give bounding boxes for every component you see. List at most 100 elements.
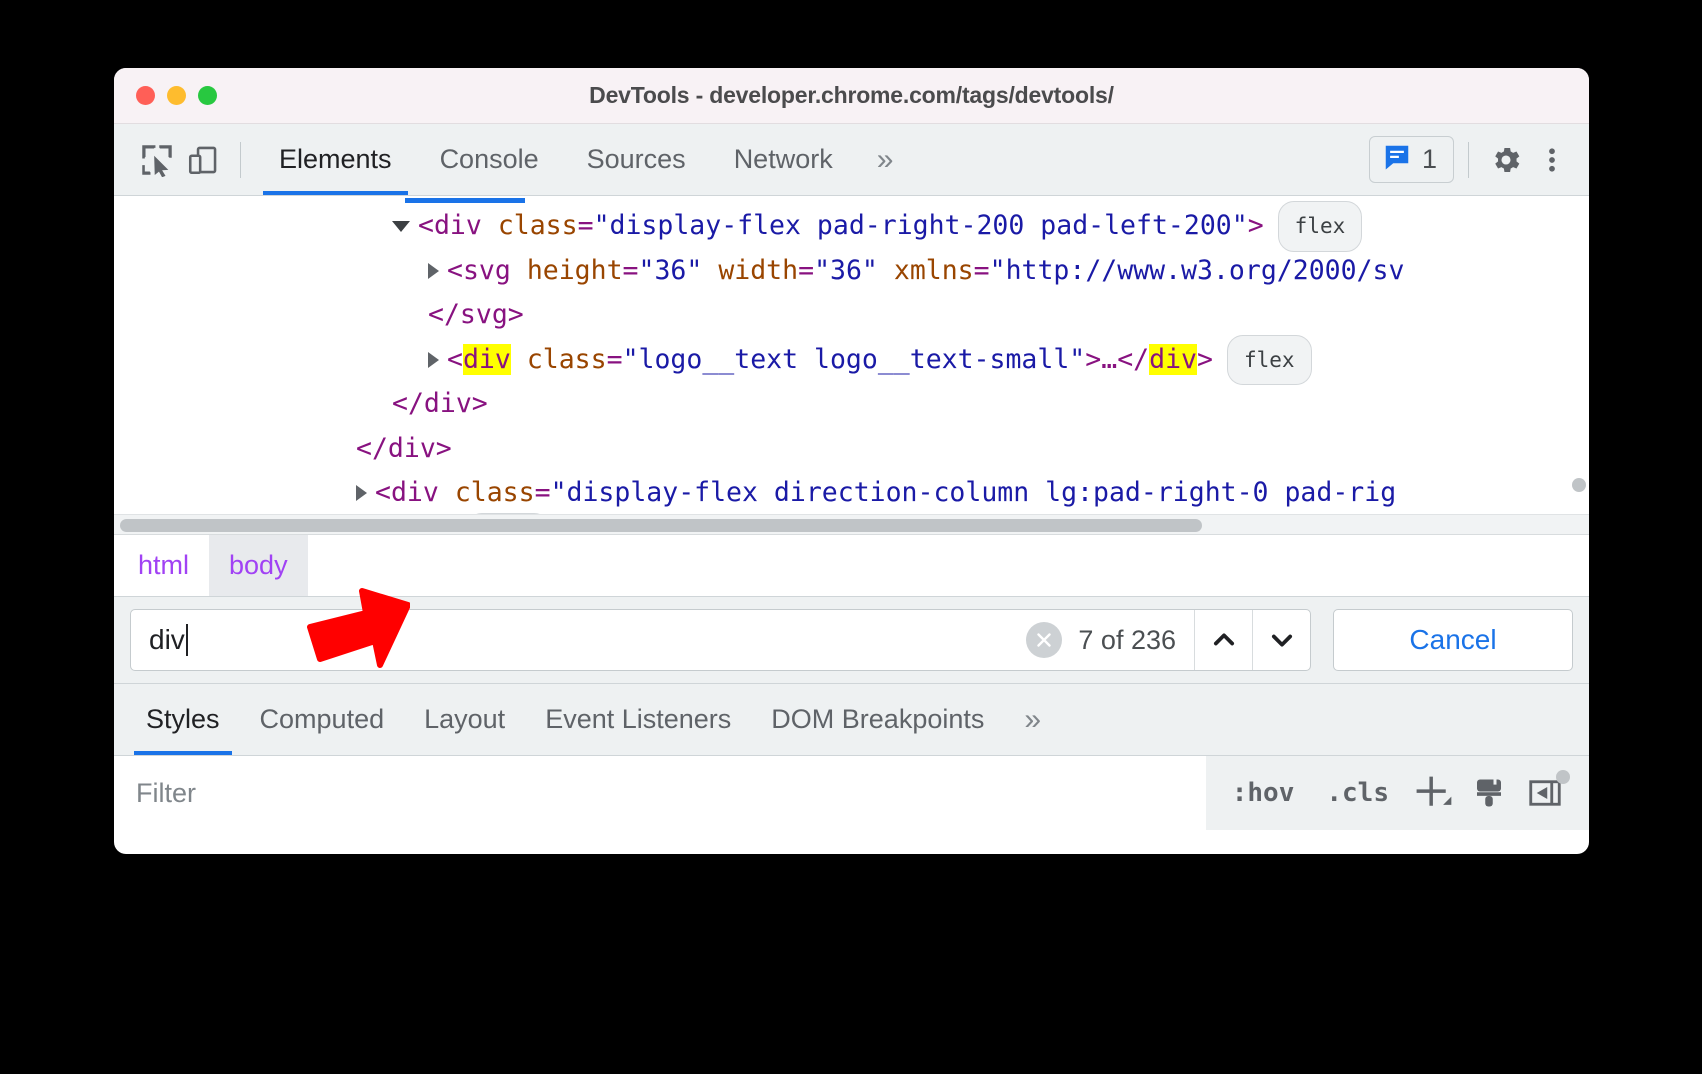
tab-elements-label: Elements <box>279 144 392 175</box>
dom-tree-vertical-scrollbar[interactable] <box>1572 478 1586 492</box>
markup-punct: = <box>974 255 990 286</box>
dom-search-bar: div 7 of 236 <box>114 596 1589 684</box>
toggle-element-state-button[interactable]: :hov <box>1216 756 1311 830</box>
markup-punct: > <box>1085 344 1101 375</box>
tab-dom-breakpoints[interactable]: DOM Breakpoints <box>751 684 1004 755</box>
search-controls: 7 of 236 <box>1026 610 1310 670</box>
twisty-collapsed-icon[interactable] <box>356 485 367 501</box>
dom-tree-hscroll-thumb[interactable] <box>120 519 1202 532</box>
markup-tag: div <box>424 388 472 419</box>
markup-attr: class <box>498 210 578 241</box>
markup-punct: < <box>375 477 391 508</box>
dom-tree-node[interactable]: <div class="logo__text logo__text-small"… <box>114 338 1589 383</box>
markup-punct: </ <box>356 433 388 464</box>
inspect-cursor-icon[interactable] <box>134 137 180 183</box>
flex-badge[interactable]: flex <box>1227 335 1312 386</box>
tab-network[interactable]: Network <box>710 124 857 195</box>
tab-elements[interactable]: Elements <box>255 124 416 195</box>
tab-styles[interactable]: Styles <box>126 684 240 755</box>
dom-node-markup: </div> <box>392 382 488 427</box>
toggle-class-editor-button[interactable]: .cls <box>1310 756 1405 830</box>
markup-tag: svg <box>463 255 511 286</box>
dom-tree-panel: <div class="display-flex pad-right-200 p… <box>114 196 1589 534</box>
cancel-search-button[interactable]: Cancel <box>1333 609 1573 671</box>
more-sidebar-tabs-chevron-icon[interactable]: » <box>1004 684 1061 755</box>
dom-node-markup: <svg height="36" width="36" xmlns="http:… <box>447 249 1404 294</box>
markup-punct: > <box>472 388 488 419</box>
markup-attr: width <box>718 255 798 286</box>
clear-search-icon[interactable] <box>1026 622 1062 658</box>
window-titlebar: DevTools - developer.chrome.com/tags/dev… <box>114 68 1589 124</box>
device-toolbar-icon[interactable] <box>180 137 226 183</box>
markup-punct: = <box>607 344 623 375</box>
search-next-button[interactable] <box>1252 610 1310 670</box>
markup-punct: > <box>1197 344 1213 375</box>
markup-punct: < <box>447 255 463 286</box>
search-prev-button[interactable] <box>1194 610 1252 670</box>
toolbar-divider <box>240 142 241 178</box>
breadcrumb-item-body[interactable]: body <box>209 535 308 596</box>
styles-filter-input[interactable]: Filter <box>114 756 1206 830</box>
markup-attr: class <box>527 344 607 375</box>
search-input[interactable]: div <box>149 624 185 656</box>
window-title: DevTools - developer.chrome.com/tags/dev… <box>114 82 1589 109</box>
dom-node-markup: <div class="display-flex direction-colum… <box>375 471 1396 516</box>
search-match-highlight: div <box>463 344 511 375</box>
tab-styles-label: Styles <box>146 704 220 735</box>
tab-dom-breakpoints-label: DOM Breakpoints <box>771 704 984 735</box>
markup-punct: = <box>798 255 814 286</box>
devtools-main-toolbar: Elements Console Sources Network » <box>114 124 1589 196</box>
dom-node-markup: <div class="display-flex pad-right-200 p… <box>418 204 1264 249</box>
tab-console-label: Console <box>440 144 539 175</box>
dom-tree-node[interactable]: <div class="display-flex pad-right-200 p… <box>114 204 1589 249</box>
markup-val: "display-flex pad-right-200 pad-left-200… <box>594 210 1248 241</box>
tab-event-listeners-label: Event Listeners <box>545 704 731 735</box>
markup-tag: div <box>388 433 436 464</box>
dom-tree-node[interactable]: </div> <box>114 382 1589 427</box>
tab-computed[interactable]: Computed <box>240 684 405 755</box>
markup-val: "display-flex direction-column lg:pad-ri… <box>551 477 1397 508</box>
tab-console[interactable]: Console <box>416 124 563 195</box>
twisty-expanded-icon[interactable] <box>392 221 410 232</box>
markup-attr: height <box>527 255 623 286</box>
breadcrumb-item-html[interactable]: html <box>114 535 209 596</box>
dom-tree-node[interactable]: </svg> <box>114 293 1589 338</box>
more-tabs-chevron-icon[interactable]: » <box>857 124 914 195</box>
close-window-button[interactable] <box>136 86 155 105</box>
tab-layout-label: Layout <box>424 704 505 735</box>
markup-tag: div <box>434 210 482 241</box>
tab-network-label: Network <box>734 144 833 175</box>
dom-tree-horizontal-scrollbar[interactable] <box>114 514 1589 534</box>
markup-punct: > <box>508 299 524 330</box>
cancel-search-label: Cancel <box>1409 624 1496 656</box>
markup-punct: = <box>535 477 551 508</box>
dom-tree-node[interactable]: </div> <box>114 427 1589 472</box>
tab-sources[interactable]: Sources <box>563 124 710 195</box>
styles-sidebar-tabs: Styles Computed Layout Event Listeners D… <box>114 684 1589 756</box>
panel-collapse-icon[interactable] <box>1517 765 1573 821</box>
paint-brush-icon[interactable] <box>1461 765 1517 821</box>
maximize-window-button[interactable] <box>198 86 217 105</box>
tab-layout[interactable]: Layout <box>404 684 525 755</box>
minimize-window-button[interactable] <box>167 86 186 105</box>
twisty-collapsed-icon[interactable] <box>428 263 439 279</box>
twisty-collapsed-icon[interactable] <box>428 352 439 368</box>
toolbar-divider-2 <box>1468 142 1469 178</box>
three-dot-menu-icon[interactable] <box>1529 137 1575 183</box>
breadcrumb-item-html-label: html <box>138 550 189 581</box>
panel-tabs: Elements Console Sources Network » <box>255 124 913 195</box>
text-caret <box>186 624 188 656</box>
markup-punct: </ <box>392 388 424 419</box>
tab-event-listeners[interactable]: Event Listeners <box>525 684 751 755</box>
search-match-count: 7 of 236 <box>1078 625 1176 656</box>
dom-tree-node[interactable]: <div class="display-flex direction-colum… <box>114 471 1589 516</box>
markup-punct: < <box>418 210 434 241</box>
gear-icon[interactable] <box>1483 137 1529 183</box>
dom-tree-lines[interactable]: <div class="display-flex pad-right-200 p… <box>114 196 1589 534</box>
console-messages-badge[interactable]: 1 <box>1369 136 1454 183</box>
dom-tree-node[interactable]: <svg height="36" width="36" xmlns="http:… <box>114 249 1589 294</box>
markup-ellipsis: … <box>1101 344 1117 375</box>
plus-icon[interactable] <box>1405 765 1461 821</box>
search-input-container[interactable]: div 7 of 236 <box>130 609 1311 671</box>
flex-badge[interactable]: flex <box>1278 201 1363 252</box>
